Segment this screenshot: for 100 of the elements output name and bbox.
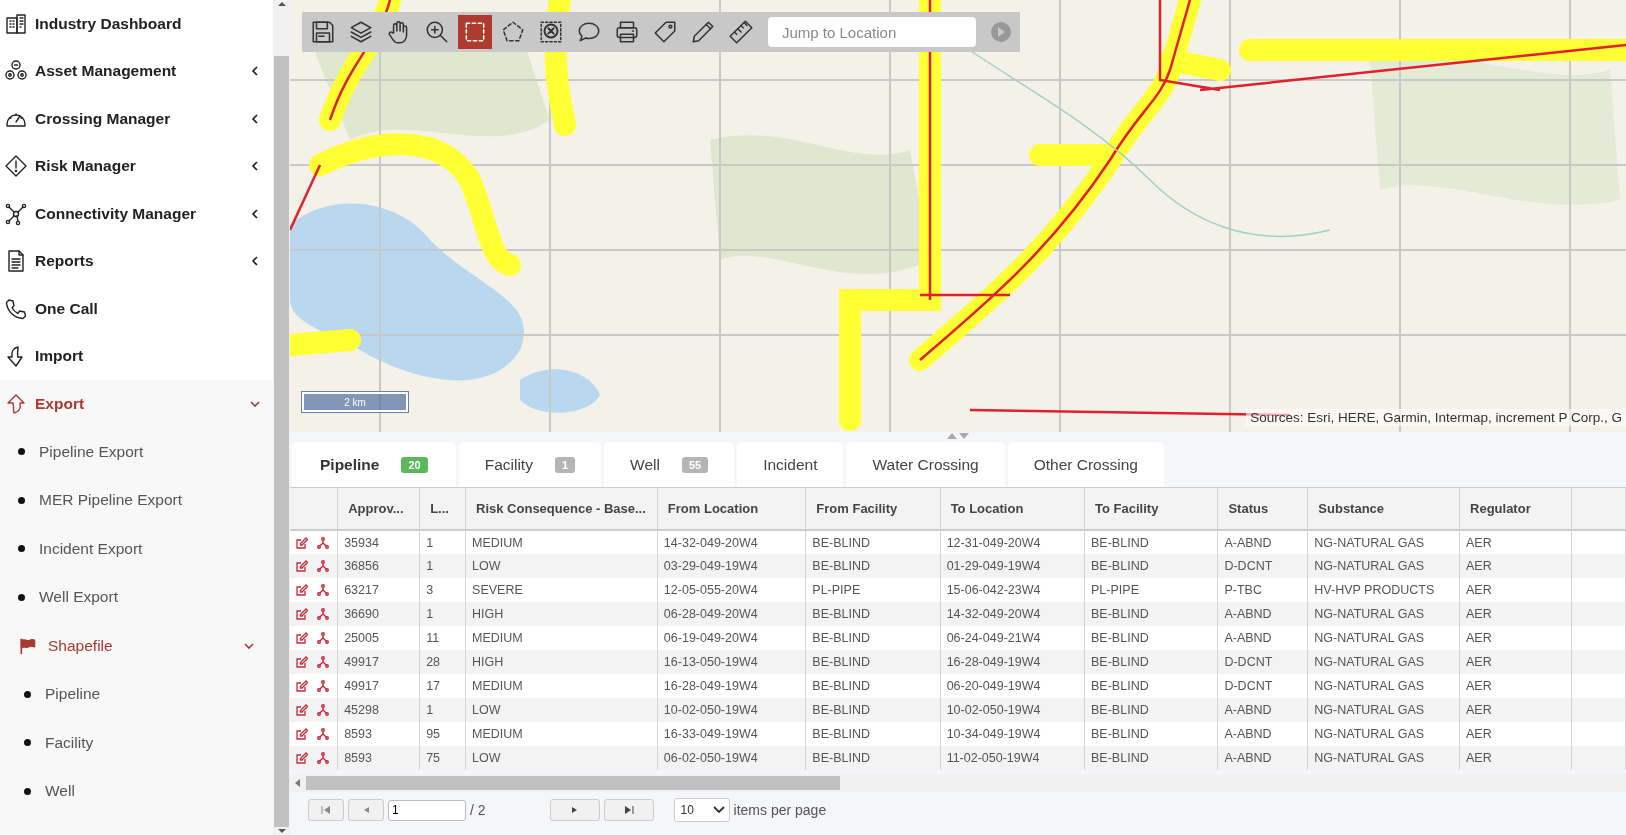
sidebar-item[interactable]: Crossing Manager	[0, 95, 273, 143]
horizontal-scrollbar[interactable]	[290, 774, 1626, 792]
table-cell: BE-BLIND	[1084, 554, 1218, 578]
table-cell: NG-NATURAL GAS	[1307, 554, 1460, 578]
sidebar-subitem[interactable]: Pipeline	[0, 670, 273, 719]
tab[interactable]: Well 55	[604, 442, 735, 487]
location-search-field[interactable]: Jump to Location	[768, 17, 976, 47]
chevron-left-icon	[249, 255, 261, 268]
sidebar-item[interactable]: Export	[0, 380, 273, 428]
edit-icon[interactable]	[296, 536, 308, 549]
sidebar-item[interactable]: Import	[0, 332, 273, 380]
table-cell: BE-BLIND	[805, 602, 941, 626]
table-cell: 01-29-049-19W4	[940, 554, 1085, 578]
page-size-label: items per page	[733, 802, 827, 818]
table-cell: 10-02-050-19W4	[940, 698, 1085, 722]
zoom-in-icon	[424, 19, 450, 45]
table-cell: AER	[1459, 602, 1572, 626]
sidebar-subitem[interactable]: Well Export	[0, 573, 273, 622]
column-header[interactable]: Status	[1217, 488, 1308, 530]
network-icon[interactable]	[317, 728, 329, 740]
page-number-field[interactable]: 1	[388, 799, 466, 821]
table-cell: 36856	[337, 554, 420, 578]
column-header[interactable]: L...	[419, 488, 466, 530]
sidebar-item[interactable]: Reports	[0, 237, 273, 285]
sidebar-subitem[interactable]: Pipeline Export	[0, 427, 273, 476]
column-header[interactable]: To Facility	[1084, 488, 1218, 530]
network-icon[interactable]	[317, 584, 329, 596]
tab[interactable]: Water Crossing	[846, 442, 1005, 487]
sidebar-item[interactable]: Industry Dashboard	[0, 0, 273, 48]
last-page-button[interactable]	[603, 799, 654, 821]
network-icon[interactable]	[317, 704, 329, 716]
sidebar-item[interactable]: One Call	[0, 285, 273, 333]
table-cell: NG-NATURAL GAS	[1307, 698, 1460, 722]
tab[interactable]: Incident	[737, 442, 844, 487]
table-cell: BE-BLIND	[1084, 602, 1218, 626]
table-cell: 1	[419, 554, 466, 578]
column-header[interactable]: Regulator	[1459, 488, 1572, 530]
table-cell: 03-29-049-19W4	[657, 554, 806, 578]
map-attribution: Sources: Esri, HERE, Garmin, Intermap, increment P Corp., G	[1246, 409, 1626, 426]
table-cell: A-ABND	[1217, 698, 1308, 722]
tag-icon	[652, 19, 678, 45]
table-cell: LOW	[465, 746, 658, 770]
edit-icon[interactable]	[296, 728, 308, 740]
table-cell: 10-02-050-19W4	[657, 698, 806, 722]
edit-icon[interactable]	[296, 704, 308, 716]
first-page-button[interactable]	[308, 799, 344, 821]
table-cell: BE-BLIND	[1084, 650, 1218, 674]
edit-icon[interactable]	[296, 680, 308, 692]
table-cell: BE-BLIND	[805, 650, 941, 674]
map-tool-button[interactable]	[458, 15, 492, 49]
sidebar-item[interactable]: Risk Manager	[0, 142, 273, 190]
sidebar-subitem[interactable]: MER Pipeline Export	[0, 476, 273, 525]
table-cell: BE-BLIND	[805, 554, 941, 578]
save-icon	[310, 19, 336, 45]
table-cell: 11-02-050-19W4	[940, 746, 1085, 770]
table-cell: 36690	[337, 602, 420, 626]
edit-icon[interactable]	[296, 584, 308, 596]
sidebar-item[interactable]: Asset Management	[0, 47, 273, 95]
page-size-dropdown[interactable]: 10	[673, 798, 730, 822]
sidebar-subitem[interactable]: Incident Export	[0, 524, 273, 573]
table-cell: NG-NATURAL GAS	[1307, 602, 1460, 626]
edit-icon[interactable]	[296, 632, 308, 644]
table-cell: 06-28-049-20W4	[657, 602, 806, 626]
network-icon[interactable]	[317, 656, 329, 668]
column-header[interactable]: Approv...	[337, 488, 420, 530]
network-icon[interactable]	[317, 560, 329, 572]
column-header[interactable]: To Location	[940, 488, 1085, 530]
sidebar-item[interactable]: Connectivity Manager	[0, 190, 273, 238]
edit-icon[interactable]	[296, 752, 308, 764]
chevron-left-icon	[249, 65, 261, 78]
page-total: / 2	[470, 802, 486, 818]
tab[interactable]: Facility 1	[458, 442, 602, 487]
network-icon[interactable]	[317, 536, 329, 549]
scroll-left-icon[interactable]	[294, 778, 302, 788]
sidebar-scrollbar[interactable]	[273, 0, 290, 835]
column-header[interactable]: From Location	[657, 488, 806, 530]
printer-icon	[614, 19, 640, 45]
count-badge: 20	[401, 456, 428, 473]
network-icon	[4, 201, 28, 226]
column-header[interactable]: Risk Consequence - Base...	[465, 488, 658, 530]
sidebar-submenu[interactable]: Shapefile	[0, 621, 273, 670]
column-header[interactable]: From Facility	[805, 488, 941, 530]
edit-icon[interactable]	[296, 560, 308, 572]
edit-icon[interactable]	[296, 656, 308, 668]
network-icon[interactable]	[317, 632, 329, 644]
network-icon[interactable]	[317, 608, 329, 620]
layers-icon	[348, 19, 374, 45]
sidebar-subitem[interactable]: Facility	[0, 718, 273, 767]
scroll-up-icon[interactable]	[277, 0, 286, 8]
network-icon[interactable]	[317, 752, 329, 764]
column-header[interactable]: Substance	[1307, 488, 1460, 530]
table-cell: AER	[1459, 746, 1572, 770]
table-cell: AER	[1459, 650, 1572, 674]
tab[interactable]: Other Crossing	[1007, 442, 1164, 487]
ruler-icon	[728, 19, 754, 45]
edit-icon[interactable]	[296, 608, 308, 620]
network-icon[interactable]	[317, 680, 329, 692]
tab[interactable]: Pipeline 20	[292, 442, 456, 487]
sidebar-subitem[interactable]: Well	[0, 767, 273, 816]
table-cell: AER	[1459, 554, 1572, 578]
